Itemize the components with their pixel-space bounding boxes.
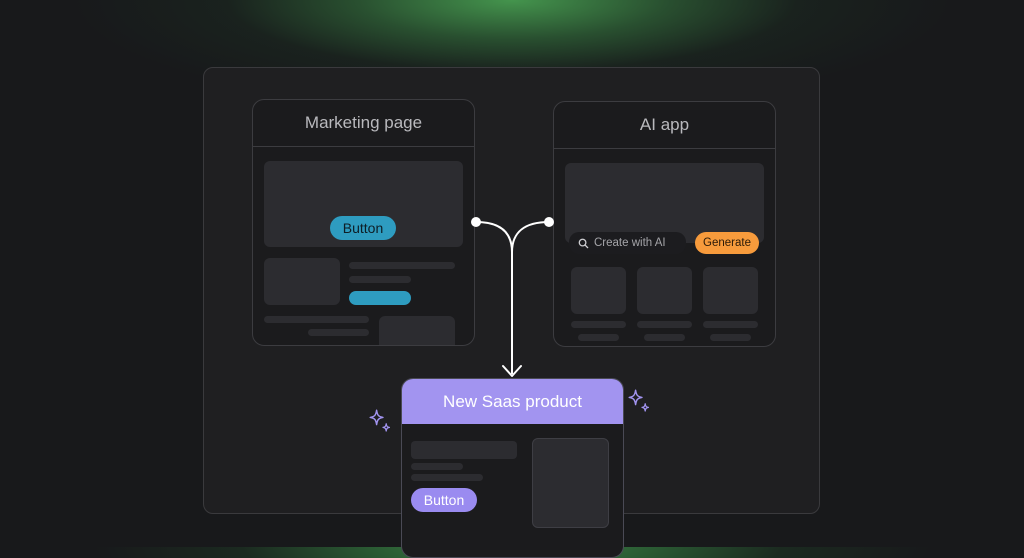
- image-block: [532, 438, 609, 528]
- marketing-page-title: Marketing page: [253, 100, 474, 147]
- tile-subcaption: [644, 334, 685, 341]
- new-product-button[interactable]: Button: [411, 488, 477, 512]
- sparkle-icon: [628, 389, 650, 412]
- tile-caption: [637, 321, 692, 328]
- ai-app-title: AI app: [554, 102, 775, 149]
- text-line: [411, 463, 463, 470]
- tile-caption: [703, 321, 758, 328]
- image-block: [379, 316, 455, 345]
- generate-button[interactable]: Generate: [695, 232, 759, 254]
- ai-search-placeholder: Create with AI: [594, 237, 666, 249]
- cta-pill: [309, 345, 369, 346]
- ai-app-card: AI app Create with AI Generate: [553, 101, 776, 347]
- tile-subcaption: [578, 334, 619, 341]
- cta-pill: [349, 291, 411, 305]
- sparkle-icon: [369, 409, 391, 432]
- text-line: [411, 441, 517, 459]
- tile-subcaption: [710, 334, 751, 341]
- text-line: [308, 329, 369, 336]
- search-icon: [578, 238, 589, 248]
- new-saas-product-title: New Saas product: [402, 379, 623, 424]
- image-block: [264, 258, 340, 305]
- text-line: [349, 276, 411, 283]
- tile: [703, 267, 758, 314]
- tile-caption: [571, 321, 626, 328]
- new-saas-product-card: New Saas product Button: [401, 378, 624, 558]
- text-line: [349, 262, 455, 269]
- tile: [637, 267, 692, 314]
- text-line: [264, 316, 369, 323]
- marketing-button[interactable]: Button: [330, 216, 396, 240]
- marketing-page-card: Marketing page Button: [252, 99, 475, 346]
- text-line: [411, 474, 483, 481]
- ai-search-input[interactable]: Create with AI: [569, 232, 686, 254]
- canvas-block: [565, 163, 764, 243]
- tile: [571, 267, 626, 314]
